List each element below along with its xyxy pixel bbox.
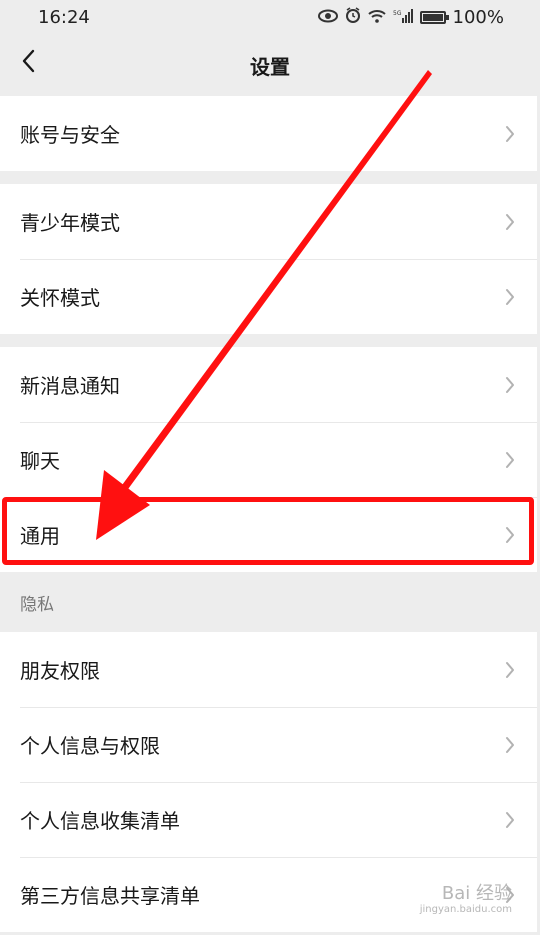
settings-row-label: 青少年模式	[20, 211, 120, 235]
chevron-right-icon	[505, 661, 515, 679]
back-button[interactable]	[14, 48, 44, 78]
watermark-text: Bai 经验	[441, 883, 512, 905]
settings-row-label: 通用	[20, 524, 60, 548]
group-divider	[0, 334, 537, 347]
settings-row[interactable]: 朋友权限	[0, 632, 537, 707]
status-time: 16:24	[38, 6, 90, 28]
watermark: Bai 经验 jingyan.baidu.com	[420, 884, 512, 915]
watermark-url: jingyan.baidu.com	[419, 904, 512, 915]
battery-percent: 100%	[452, 6, 504, 28]
signal-icon: 5G	[393, 7, 413, 28]
group-divider	[0, 171, 537, 184]
chevron-right-icon	[505, 451, 515, 469]
chevron-right-icon	[505, 376, 515, 394]
section-header-privacy: 隐私	[0, 572, 537, 632]
settings-row[interactable]: 个人信息与权限	[0, 707, 537, 782]
settings-row[interactable]: 通用	[0, 497, 537, 572]
settings-row-label: 个人信息与权限	[20, 734, 160, 758]
nav-bar: 设置	[0, 34, 540, 96]
settings-group: 青少年模式 关怀模式	[0, 184, 537, 334]
wifi-icon	[367, 7, 386, 28]
alarm-icon	[345, 6, 361, 28]
chevron-right-icon	[505, 125, 515, 143]
settings-row[interactable]: 个人信息收集清单	[0, 782, 537, 857]
settings-row[interactable]: 新消息通知	[0, 347, 537, 422]
page-title: 设置	[250, 54, 290, 79]
chevron-right-icon	[505, 288, 515, 306]
settings-row[interactable]: 关怀模式	[0, 259, 537, 334]
status-bar: 16:24 5G 100%	[0, 0, 540, 34]
eye-icon	[317, 7, 338, 28]
chevron-right-icon	[505, 736, 515, 754]
chevron-right-icon	[505, 213, 515, 231]
settings-row-label: 个人信息收集清单	[20, 809, 180, 833]
settings-row-label: 新消息通知	[20, 374, 120, 398]
settings-row-label: 聊天	[20, 449, 60, 473]
settings-row[interactable]: 账号与安全	[0, 96, 537, 171]
settings-row[interactable]: 聊天	[0, 422, 537, 497]
settings-row-label: 关怀模式	[20, 286, 100, 310]
settings-row-label: 账号与安全	[20, 123, 120, 147]
settings-list: 账号与安全青少年模式关怀模式新消息通知聊天通用隐私朋友权限个人信息与权限 个人信息…	[0, 96, 537, 932]
battery-icon	[419, 10, 449, 24]
chevron-left-icon	[21, 49, 37, 77]
settings-row-label: 朋友权限	[20, 659, 100, 683]
chevron-right-icon	[505, 811, 515, 829]
svg-text:5G: 5G	[393, 10, 402, 17]
settings-row-label: 第三方信息共享清单	[20, 884, 200, 908]
settings-row[interactable]: 青少年模式	[0, 184, 537, 259]
settings-group: 账号与安全	[0, 96, 537, 171]
status-icons: 5G 100%	[317, 6, 504, 28]
settings-group: 新消息通知 聊天 通用	[0, 347, 537, 572]
chevron-right-icon	[505, 526, 515, 544]
